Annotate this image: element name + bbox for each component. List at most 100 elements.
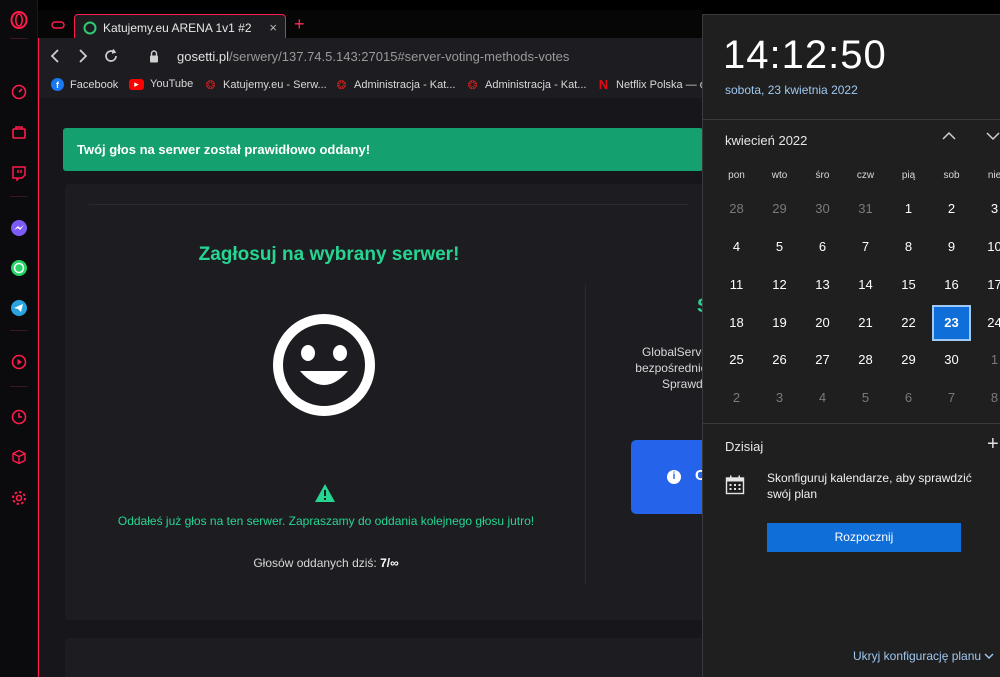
- calendar-day[interactable]: 4: [801, 380, 844, 416]
- votes-today-value: 7/∞: [380, 556, 399, 570]
- facebook-icon: f: [51, 78, 64, 91]
- page-content: Twój głos na serwer został prawidłowo od…: [38, 98, 702, 677]
- calendar-day[interactable]: 1: [973, 342, 1000, 378]
- calendar-day[interactable]: 7: [844, 229, 887, 265]
- calendar-day[interactable]: 27: [801, 342, 844, 378]
- calendar-day[interactable]: 30: [801, 191, 844, 227]
- full-date-link[interactable]: sobota, 23 kwietnia 2022: [725, 83, 858, 97]
- secure-lock-icon[interactable]: [144, 46, 164, 66]
- calendar-day[interactable]: 30: [930, 342, 973, 378]
- player-icon[interactable]: [9, 352, 29, 372]
- calendar-day[interactable]: 16: [930, 267, 973, 303]
- calendar-day[interactable]: 1: [887, 191, 930, 227]
- calendar-day[interactable]: 25: [715, 342, 758, 378]
- messenger-icon[interactable]: [9, 218, 29, 238]
- month-label[interactable]: kwiecień 2022: [725, 133, 807, 148]
- opera-logo-icon[interactable]: [9, 10, 29, 30]
- twitch-icon[interactable]: [9, 163, 29, 183]
- smiley-icon: [273, 314, 375, 416]
- calendar-day-today[interactable]: 23: [932, 305, 971, 341]
- flyout-divider: [703, 423, 1000, 424]
- calendar-day[interactable]: 15: [887, 267, 930, 303]
- gx-control-tab[interactable]: [46, 14, 70, 36]
- back-button[interactable]: [45, 46, 65, 66]
- start-button[interactable]: Rozpocznij: [767, 523, 961, 552]
- calendar-day[interactable]: 2: [930, 191, 973, 227]
- calendar-day[interactable]: 28: [715, 191, 758, 227]
- speed-dial-icon[interactable]: [9, 82, 29, 102]
- calendar-day[interactable]: 3: [973, 191, 1000, 227]
- game-store-icon[interactable]: [9, 122, 29, 142]
- calendar-day[interactable]: 18: [715, 305, 758, 341]
- weekday-label: wto: [771, 170, 788, 181]
- chevron-up-icon: [942, 131, 956, 140]
- right-text-line: Sprawdź Gl: [614, 376, 702, 392]
- calendar-day[interactable]: 31: [844, 191, 887, 227]
- weekday-label: nie: [987, 170, 1000, 181]
- extensions-cube-icon[interactable]: [9, 447, 29, 467]
- chevron-down-icon: [986, 132, 1000, 141]
- new-tab-button[interactable]: +: [294, 14, 305, 34]
- sidebar-divider: [10, 330, 28, 331]
- katujemy-icon: ❂: [336, 77, 347, 92]
- calendar-day[interactable]: 10: [973, 229, 1000, 265]
- calendar-day[interactable]: 5: [844, 380, 887, 416]
- bookmark-youtube[interactable]: ▸ YouTube: [129, 78, 193, 90]
- calendar-day[interactable]: 6: [801, 229, 844, 265]
- add-event-button[interactable]: +: [987, 433, 999, 456]
- calendar-day[interactable]: 28: [844, 342, 887, 378]
- calendar-day[interactable]: 21: [844, 305, 887, 341]
- calendar-day[interactable]: 8: [887, 229, 930, 265]
- calendar-day[interactable]: 2: [715, 380, 758, 416]
- votes-today: Głosów oddanych dziś: 7/∞: [39, 556, 613, 570]
- calendar-day[interactable]: 4: [715, 229, 758, 265]
- prev-month-button[interactable]: [941, 128, 957, 148]
- bookmarks-bar: f Facebook ▸ YouTube ❂ Katujemy.eu - Ser…: [38, 74, 706, 98]
- success-notice: Twój głos na serwer został prawidłowo od…: [63, 128, 702, 171]
- bookmark-administracja-2[interactable]: ❂ Administracja - Kat...: [466, 78, 586, 92]
- calendar-day[interactable]: 17: [973, 267, 1000, 303]
- calendar-flyout: 14:12:50 sobota, 23 kwietnia 2022 kwieci…: [702, 14, 1000, 677]
- bookmark-administracja-1[interactable]: ❂ Administracja - Kat...: [335, 77, 455, 92]
- today-label: Dzisiaj: [725, 439, 764, 454]
- bookmark-label: Facebook: [70, 78, 119, 91]
- weekday-label: sob: [943, 170, 960, 181]
- column-divider: [585, 284, 586, 584]
- calendar-day[interactable]: 14: [844, 267, 887, 303]
- calendar-day[interactable]: 9: [930, 229, 973, 265]
- calendar-day[interactable]: 20: [801, 305, 844, 341]
- right-text-prefix: Sprawdź: [661, 377, 702, 391]
- calendar-day[interactable]: 29: [887, 342, 930, 378]
- calendar-day[interactable]: 8: [973, 380, 1000, 416]
- telegram-icon[interactable]: [9, 298, 29, 318]
- flyout-divider: [703, 119, 1000, 120]
- vote-method-button[interactable]: i C: [631, 440, 702, 514]
- calendar-day[interactable]: 26: [758, 342, 801, 378]
- settings-gear-icon[interactable]: [9, 488, 29, 508]
- calendar-day[interactable]: 5: [758, 229, 801, 265]
- bookmark-facebook[interactable]: f Facebook: [51, 78, 118, 91]
- bookmark-netflix[interactable]: N Netflix Polska — o: [597, 77, 706, 92]
- calendar-day[interactable]: 13: [801, 267, 844, 303]
- calendar-day[interactable]: 3: [758, 380, 801, 416]
- whatsapp-icon[interactable]: [9, 258, 29, 278]
- history-icon[interactable]: [9, 407, 29, 427]
- tab-katujemy[interactable]: Katujemy.eu ARENA 1v1 #2 ×: [74, 14, 286, 40]
- forward-button[interactable]: [73, 46, 93, 66]
- right-description: GlobalServerify bezpośrednio do Sprawdź …: [614, 344, 702, 392]
- next-month-button[interactable]: [985, 128, 1000, 148]
- calendar-day[interactable]: 11: [715, 267, 758, 303]
- calendar-day[interactable]: 24: [973, 305, 1000, 341]
- calendar-day[interactable]: 6: [887, 380, 930, 416]
- tab-close-icon[interactable]: ×: [269, 20, 277, 35]
- calendar-day[interactable]: 29: [758, 191, 801, 227]
- info-icon: i: [667, 470, 681, 484]
- calendar-day[interactable]: 12: [758, 267, 801, 303]
- reload-button[interactable]: [101, 46, 121, 66]
- calendar-day[interactable]: 19: [758, 305, 801, 341]
- url-field[interactable]: gosetti.pl/serwery/137.74.5.143:27015#se…: [177, 49, 569, 64]
- hide-plan-link[interactable]: Ukryj konfigurację planu: [853, 649, 994, 663]
- calendar-day[interactable]: 7: [930, 380, 973, 416]
- calendar-day[interactable]: 22: [887, 305, 930, 341]
- bookmark-katujemy[interactable]: ❂ Katujemy.eu - Serw...: [204, 78, 326, 92]
